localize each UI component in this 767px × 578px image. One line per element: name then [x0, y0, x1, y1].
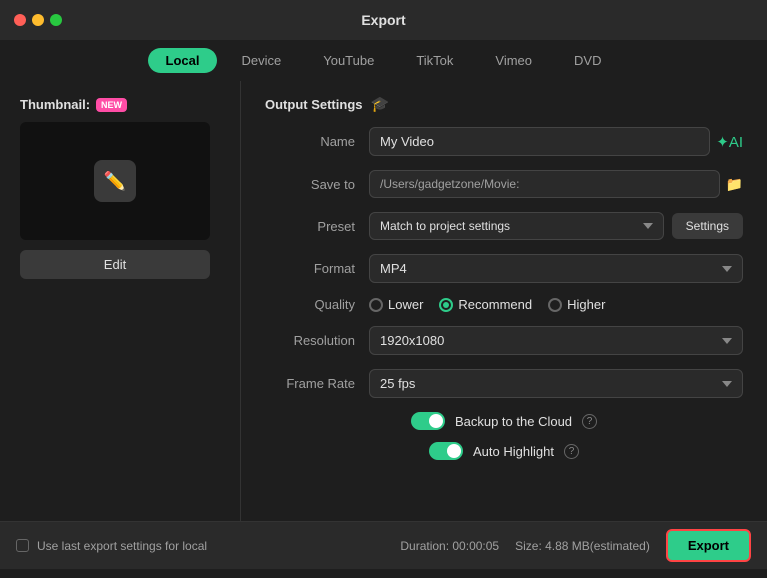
tab-dvd[interactable]: DVD [556, 48, 619, 73]
frame-rate-row: Frame Rate 25 fps 30 fps 60 fps [265, 369, 743, 398]
use-last-settings: Use last export settings for local [16, 539, 207, 553]
backup-help-icon[interactable]: ? [582, 414, 597, 429]
quality-label: Quality [265, 297, 355, 312]
graduation-icon: 🎓 [371, 95, 390, 113]
quality-options: Lower Recommend Higher [369, 297, 743, 312]
main-content: Thumbnail: NEW ✏️ Edit Output Settings 🎓… [0, 81, 767, 521]
save-to-field-wrapper: 📁 [369, 170, 743, 198]
right-panel: Output Settings 🎓 Name ✦AI Save to 📁 Pre… [241, 81, 767, 521]
window-title: Export [361, 12, 405, 28]
thumbnail-edit-icon: ✏️ [94, 160, 136, 202]
save-to-input[interactable] [369, 170, 720, 198]
export-button[interactable]: Export [666, 529, 751, 562]
output-settings-label: Output Settings [265, 97, 363, 112]
name-field-wrapper: ✦AI [369, 127, 743, 156]
quality-higher-label: Higher [567, 297, 605, 312]
quality-higher-radio[interactable] [548, 298, 562, 312]
format-label: Format [265, 261, 355, 276]
frame-rate-select[interactable]: 25 fps 30 fps 60 fps [369, 369, 743, 398]
name-input[interactable] [369, 127, 710, 156]
traffic-lights [14, 14, 62, 26]
auto-highlight-toggle[interactable] [429, 442, 463, 460]
quality-higher[interactable]: Higher [548, 297, 605, 312]
minimize-button[interactable] [32, 14, 44, 26]
auto-highlight-row: Auto Highlight ? [265, 442, 743, 460]
tab-device[interactable]: Device [223, 48, 299, 73]
name-row: Name ✦AI [265, 127, 743, 156]
title-bar: Export [0, 0, 767, 40]
save-to-label: Save to [265, 177, 355, 192]
use-last-checkbox[interactable] [16, 539, 29, 552]
backup-row: Backup to the Cloud ? [265, 412, 743, 430]
resolution-row: Resolution 1920x1080 1280x720 3840x2160 [265, 326, 743, 355]
quality-row: Quality Lower Recommend Higher [265, 297, 743, 312]
close-button[interactable] [14, 14, 26, 26]
format-row: Format MP4 MOV AVI [265, 254, 743, 283]
quality-lower-label: Lower [388, 297, 423, 312]
new-badge: NEW [96, 98, 127, 112]
bottom-bar: Use last export settings for local Durat… [0, 521, 767, 569]
save-to-row: Save to 📁 [265, 170, 743, 198]
thumbnail-label: Thumbnail: NEW [20, 97, 220, 112]
ai-icon: ✦AI [716, 133, 743, 151]
quality-lower[interactable]: Lower [369, 297, 423, 312]
settings-button[interactable]: Settings [672, 213, 743, 239]
bottom-right: Duration: 00:00:05 Size: 4.88 MB(estimat… [400, 529, 751, 562]
backup-toggle-knob [429, 414, 443, 428]
auto-highlight-toggle-knob [447, 444, 461, 458]
preset-select[interactable]: Match to project settings [369, 212, 664, 240]
auto-highlight-label: Auto Highlight [473, 444, 554, 459]
tab-local[interactable]: Local [148, 48, 218, 73]
maximize-button[interactable] [50, 14, 62, 26]
quality-recommend[interactable]: Recommend [439, 297, 532, 312]
duration-text: Duration: 00:00:05 [400, 539, 499, 553]
quality-recommend-radio[interactable] [439, 298, 453, 312]
preset-label: Preset [265, 219, 355, 234]
thumbnail-preview: ✏️ [20, 122, 210, 240]
quality-recommend-label: Recommend [458, 297, 532, 312]
folder-icon[interactable]: 📁 [726, 176, 743, 193]
thumbnail-text: Thumbnail: [20, 97, 90, 112]
resolution-label: Resolution [265, 333, 355, 348]
tab-tiktok[interactable]: TikTok [398, 48, 471, 73]
tab-youtube[interactable]: YouTube [305, 48, 392, 73]
format-select[interactable]: MP4 MOV AVI [369, 254, 743, 283]
frame-rate-label: Frame Rate [265, 376, 355, 391]
resolution-select[interactable]: 1920x1080 1280x720 3840x2160 [369, 326, 743, 355]
left-panel: Thumbnail: NEW ✏️ Edit [0, 81, 240, 521]
tab-bar: Local Device YouTube TikTok Vimeo DVD [0, 40, 767, 81]
backup-label: Backup to the Cloud [455, 414, 572, 429]
use-last-label: Use last export settings for local [37, 539, 207, 553]
output-settings-header: Output Settings 🎓 [265, 95, 743, 113]
preset-field-wrapper: Match to project settings Settings [369, 212, 743, 240]
preset-row: Preset Match to project settings Setting… [265, 212, 743, 240]
edit-thumbnail-button[interactable]: Edit [20, 250, 210, 279]
tab-vimeo[interactable]: Vimeo [477, 48, 550, 73]
size-text: Size: 4.88 MB(estimated) [515, 539, 650, 553]
quality-lower-radio[interactable] [369, 298, 383, 312]
auto-highlight-help-icon[interactable]: ? [564, 444, 579, 459]
backup-toggle[interactable] [411, 412, 445, 430]
name-label: Name [265, 134, 355, 149]
